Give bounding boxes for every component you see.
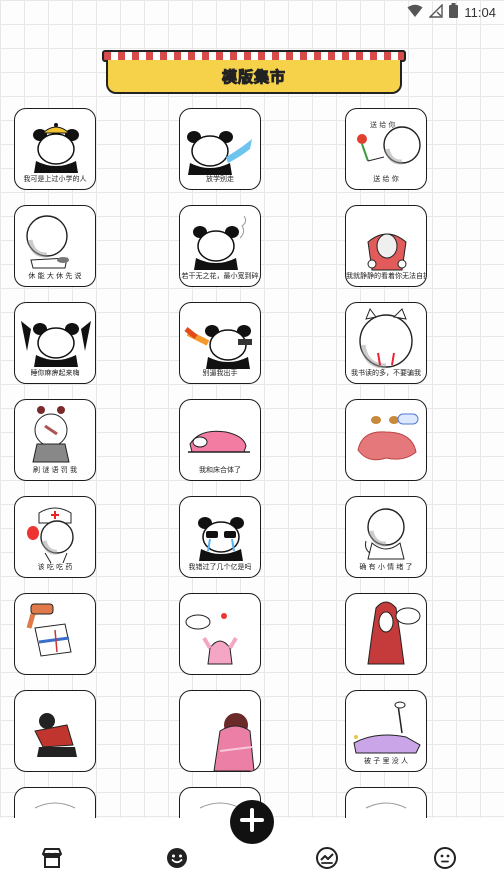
template-card[interactable]	[345, 399, 427, 481]
template-caption: 我书读的多，不要骗我	[351, 369, 421, 377]
create-button[interactable]	[230, 800, 274, 844]
smile-filled-icon	[165, 848, 189, 874]
template-card[interactable]: 我错过了几个亿是吗	[179, 496, 261, 578]
template-card[interactable]: 放学别走	[179, 108, 261, 190]
template-caption: 放学别走	[206, 175, 234, 183]
template-card[interactable]: 该 吃 吃 药	[14, 496, 96, 578]
template-card[interactable]	[179, 690, 261, 772]
template-caption: 被 子 里 没 人	[364, 757, 408, 765]
template-caption: 我就静静的看着你无法自拔	[346, 272, 427, 280]
template-caption: 睡你麻痹起来嗨	[30, 369, 80, 377]
template-card[interactable]	[14, 690, 96, 772]
template-card[interactable]	[14, 787, 96, 820]
svg-text:送 给 你: 送 给 你	[370, 120, 395, 129]
template-card[interactable]: 别逼我出手	[179, 302, 261, 384]
template-caption: 刷 谜 语 罚 我	[33, 466, 77, 474]
template-card[interactable]: 若干无之花，最小宽到碎	[179, 205, 261, 287]
template-card[interactable]: 我就静静的看着你无法自拔	[345, 205, 427, 287]
template-card[interactable]: 送 给 你送 给 你	[345, 108, 427, 190]
template-caption: 我可是上过小学的人	[23, 175, 87, 183]
nav-store[interactable]	[40, 846, 64, 870]
template-caption: 确 有 小 情 绪 了	[359, 563, 413, 571]
template-card[interactable]	[179, 593, 261, 675]
template-grid[interactable]: 我可是上过小学的人 放学别走送 给 你送 给 你休 能 大 休 先 说若干无之花，…	[14, 108, 490, 820]
plus-icon	[239, 807, 265, 837]
status-bar: 11:04	[0, 0, 504, 24]
template-caption: 别逼我出手	[202, 369, 238, 377]
nav-profile[interactable]	[433, 846, 457, 870]
template-caption: 该 吃 吃 药	[37, 563, 73, 571]
template-card[interactable]: 我和床合体了	[179, 399, 261, 481]
battery-icon	[449, 2, 459, 22]
template-card[interactable]: 刷 谜 语 罚 我	[14, 399, 96, 481]
no-signal-icon	[428, 2, 444, 22]
template-card[interactable]	[14, 593, 96, 675]
market-banner: 模版集市	[102, 50, 406, 96]
template-card[interactable]: 睡你麻痹起来嗨	[14, 302, 96, 384]
template-card[interactable]: 确 有 小 情 绪 了	[345, 496, 427, 578]
page-title: 模版集市	[221, 67, 286, 86]
banner-sign: 模版集市	[106, 60, 402, 94]
template-caption: 若干无之花，最小宽到碎	[181, 272, 259, 280]
template-card[interactable]: 我可是上过小学的人	[14, 108, 96, 190]
template-card[interactable]: 被 子 里 没 人	[345, 690, 427, 772]
template-caption: 送 给 你	[373, 175, 399, 183]
wifi-icon	[407, 3, 423, 22]
template-caption: 我和床合体了	[199, 466, 241, 474]
template-caption: 我错过了几个亿是吗	[188, 563, 252, 571]
nav-trends[interactable]	[315, 846, 339, 870]
nav-emoji[interactable]	[165, 846, 189, 870]
template-card[interactable]	[345, 787, 427, 820]
clock: 11:04	[464, 4, 496, 20]
chart-icon	[315, 847, 339, 874]
template-card[interactable]	[345, 593, 427, 675]
store-icon	[40, 848, 64, 874]
template-caption: 休 能 大 休 先 说	[28, 272, 82, 280]
template-card[interactable]: 休 能 大 休 先 说	[14, 205, 96, 287]
template-card[interactable]: 我书读的多，不要骗我	[345, 302, 427, 384]
face-outline-icon	[433, 847, 457, 874]
